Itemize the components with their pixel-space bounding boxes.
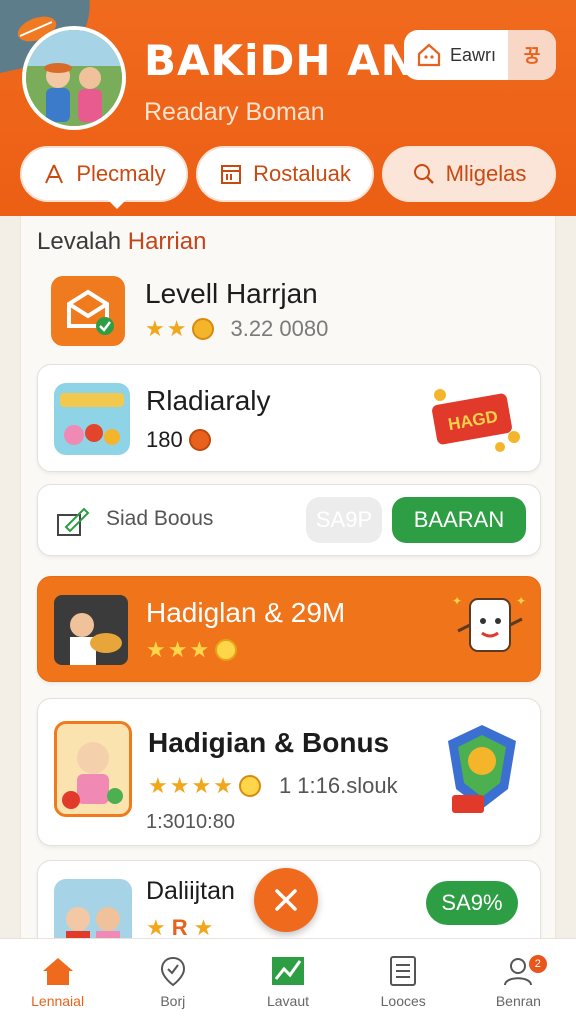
home-icon bbox=[42, 957, 73, 985]
daily-value: 180 bbox=[146, 427, 183, 452]
earn-secondary[interactable]: 꿍 bbox=[508, 30, 556, 80]
coin-icon bbox=[192, 318, 215, 340]
daliijtan-button[interactable]: SA9% bbox=[426, 881, 518, 925]
coin-icon bbox=[188, 429, 211, 451]
daily-card[interactable]: Rladiaraly 180 HAGD bbox=[37, 364, 541, 472]
rating-stars: ★ ★ bbox=[145, 316, 187, 341]
notification-badge: 2 bbox=[528, 955, 547, 973]
bottom-nav: Lennaial Borj Lavaut Looces 2 Benran bbox=[0, 938, 576, 1024]
app-header: BAKiDH AN Readary Boman Eawrı 꿍 Plecmaly… bbox=[0, 0, 576, 216]
list-icon bbox=[390, 955, 417, 986]
svg-text:✦: ✦ bbox=[452, 594, 462, 608]
family-photo bbox=[26, 30, 122, 126]
daliijtan-meta: ★ R ★ bbox=[146, 915, 213, 938]
daliijtan-badge: R bbox=[171, 915, 188, 938]
level-card[interactable]: Levell Harrjan ★ ★ 3.22 0080 bbox=[37, 272, 541, 352]
hadigian-card[interactable]: Hadigian & Bonus ★ ★ ★ ★ 1 1:16.slouk 1:301… bbox=[37, 698, 541, 846]
highlight-stars: ★ ★ ★ bbox=[146, 637, 238, 663]
tab-mligelas[interactable]: Mligelas bbox=[382, 146, 556, 202]
nav-label: Borj bbox=[160, 992, 186, 1009]
edit-icon bbox=[57, 507, 90, 536]
hadigian-time: 1:3010:80 bbox=[146, 811, 235, 833]
earn-label: Eawrı bbox=[450, 44, 497, 65]
highlight-card[interactable]: Hadiglan & 29M ★ ★ ★ ✦ ✦ bbox=[37, 576, 541, 682]
tab-label: Plecmaly bbox=[76, 161, 166, 186]
level-title: Levell Harrjan bbox=[145, 278, 318, 309]
tab-bar: Plecmaly Rostaluak Mligelas bbox=[20, 146, 556, 202]
svg-text:✦: ✦ bbox=[516, 594, 526, 608]
nav-item-looces[interactable]: Looces bbox=[346, 939, 461, 1024]
nav-item-benran[interactable]: 2 Benran bbox=[461, 939, 576, 1024]
earn-button[interactable]: Eawrı 꿍 bbox=[404, 30, 556, 80]
bonus-label: Siad Boous bbox=[106, 507, 214, 530]
house-icon bbox=[417, 43, 441, 67]
nav-label: Lennaial bbox=[31, 992, 85, 1009]
person-icon bbox=[45, 164, 64, 184]
food-thumbnail bbox=[54, 383, 130, 455]
nav-item-home[interactable]: Lennaial bbox=[0, 939, 115, 1024]
tab-label: Mligelas bbox=[445, 161, 527, 186]
level-meta-value: 3.22 0080 bbox=[230, 316, 329, 341]
coin-icon bbox=[215, 639, 238, 661]
hadigian-title: Hadigian & Bonus bbox=[148, 727, 390, 758]
main-content: Levalah Harrian Levell Harrjan ★ ★ 3.22 0… bbox=[20, 216, 556, 938]
bonus-card: Siad Boous SA9P BAARAN bbox=[37, 484, 541, 556]
tab-rostaluak[interactable]: Rostaluak bbox=[196, 146, 374, 202]
section-title: Levalah Harrian bbox=[37, 228, 206, 256]
avatar[interactable] bbox=[22, 26, 126, 130]
nav-item-lavaut[interactable]: Lavaut bbox=[230, 939, 345, 1024]
kid-thumbnail bbox=[54, 721, 132, 817]
hadigian-meta-value: 1 1:16.slouk bbox=[278, 773, 398, 798]
level-meta: ★ ★ 3.22 0080 bbox=[145, 316, 328, 342]
daliijtan-title: Daliijtan bbox=[146, 877, 235, 905]
chart-icon bbox=[272, 956, 304, 985]
daily-title: Rladiaraly bbox=[146, 385, 271, 416]
highlight-title: Hadiglan & 29M bbox=[146, 597, 346, 628]
reward-banner-icon: HAGD bbox=[426, 387, 526, 453]
app-title: BAKiDH AN bbox=[144, 36, 417, 85]
active-tab-caret bbox=[108, 200, 126, 209]
food-photo-thumbnail bbox=[54, 595, 128, 665]
nav-item-borj[interactable]: Borj bbox=[115, 939, 230, 1024]
claim-button[interactable]: BAARAN bbox=[392, 497, 526, 543]
hadigian-meta: ★ ★ ★ ★ 1 1:16.slouk bbox=[148, 773, 398, 798]
kids-thumbnail bbox=[54, 879, 132, 938]
envelope-icon bbox=[51, 276, 125, 346]
nav-label: Lavaut bbox=[266, 992, 310, 1009]
coin-icon bbox=[238, 775, 261, 797]
close-fab-button[interactable] bbox=[254, 868, 318, 932]
close-icon bbox=[275, 889, 297, 911]
mascot-icon: ✦ ✦ bbox=[452, 594, 526, 652]
trophy-shield-icon bbox=[448, 725, 516, 813]
location-icon bbox=[160, 956, 185, 986]
calendar-icon bbox=[221, 165, 242, 184]
section-title-highlight: Harrian bbox=[127, 228, 207, 255]
tab-plecmaly[interactable]: Plecmaly bbox=[20, 146, 188, 202]
nav-label: Benran bbox=[495, 992, 541, 1009]
search-icon bbox=[413, 164, 434, 184]
section-title-plain: Levalah bbox=[37, 228, 128, 255]
nav-label: Looces bbox=[380, 992, 426, 1009]
tab-label: Rostaluak bbox=[253, 161, 351, 186]
app-subtitle: Readary Boman bbox=[144, 98, 325, 126]
daily-meta: 180 bbox=[146, 427, 211, 453]
disabled-button[interactable]: SA9P bbox=[306, 497, 382, 543]
